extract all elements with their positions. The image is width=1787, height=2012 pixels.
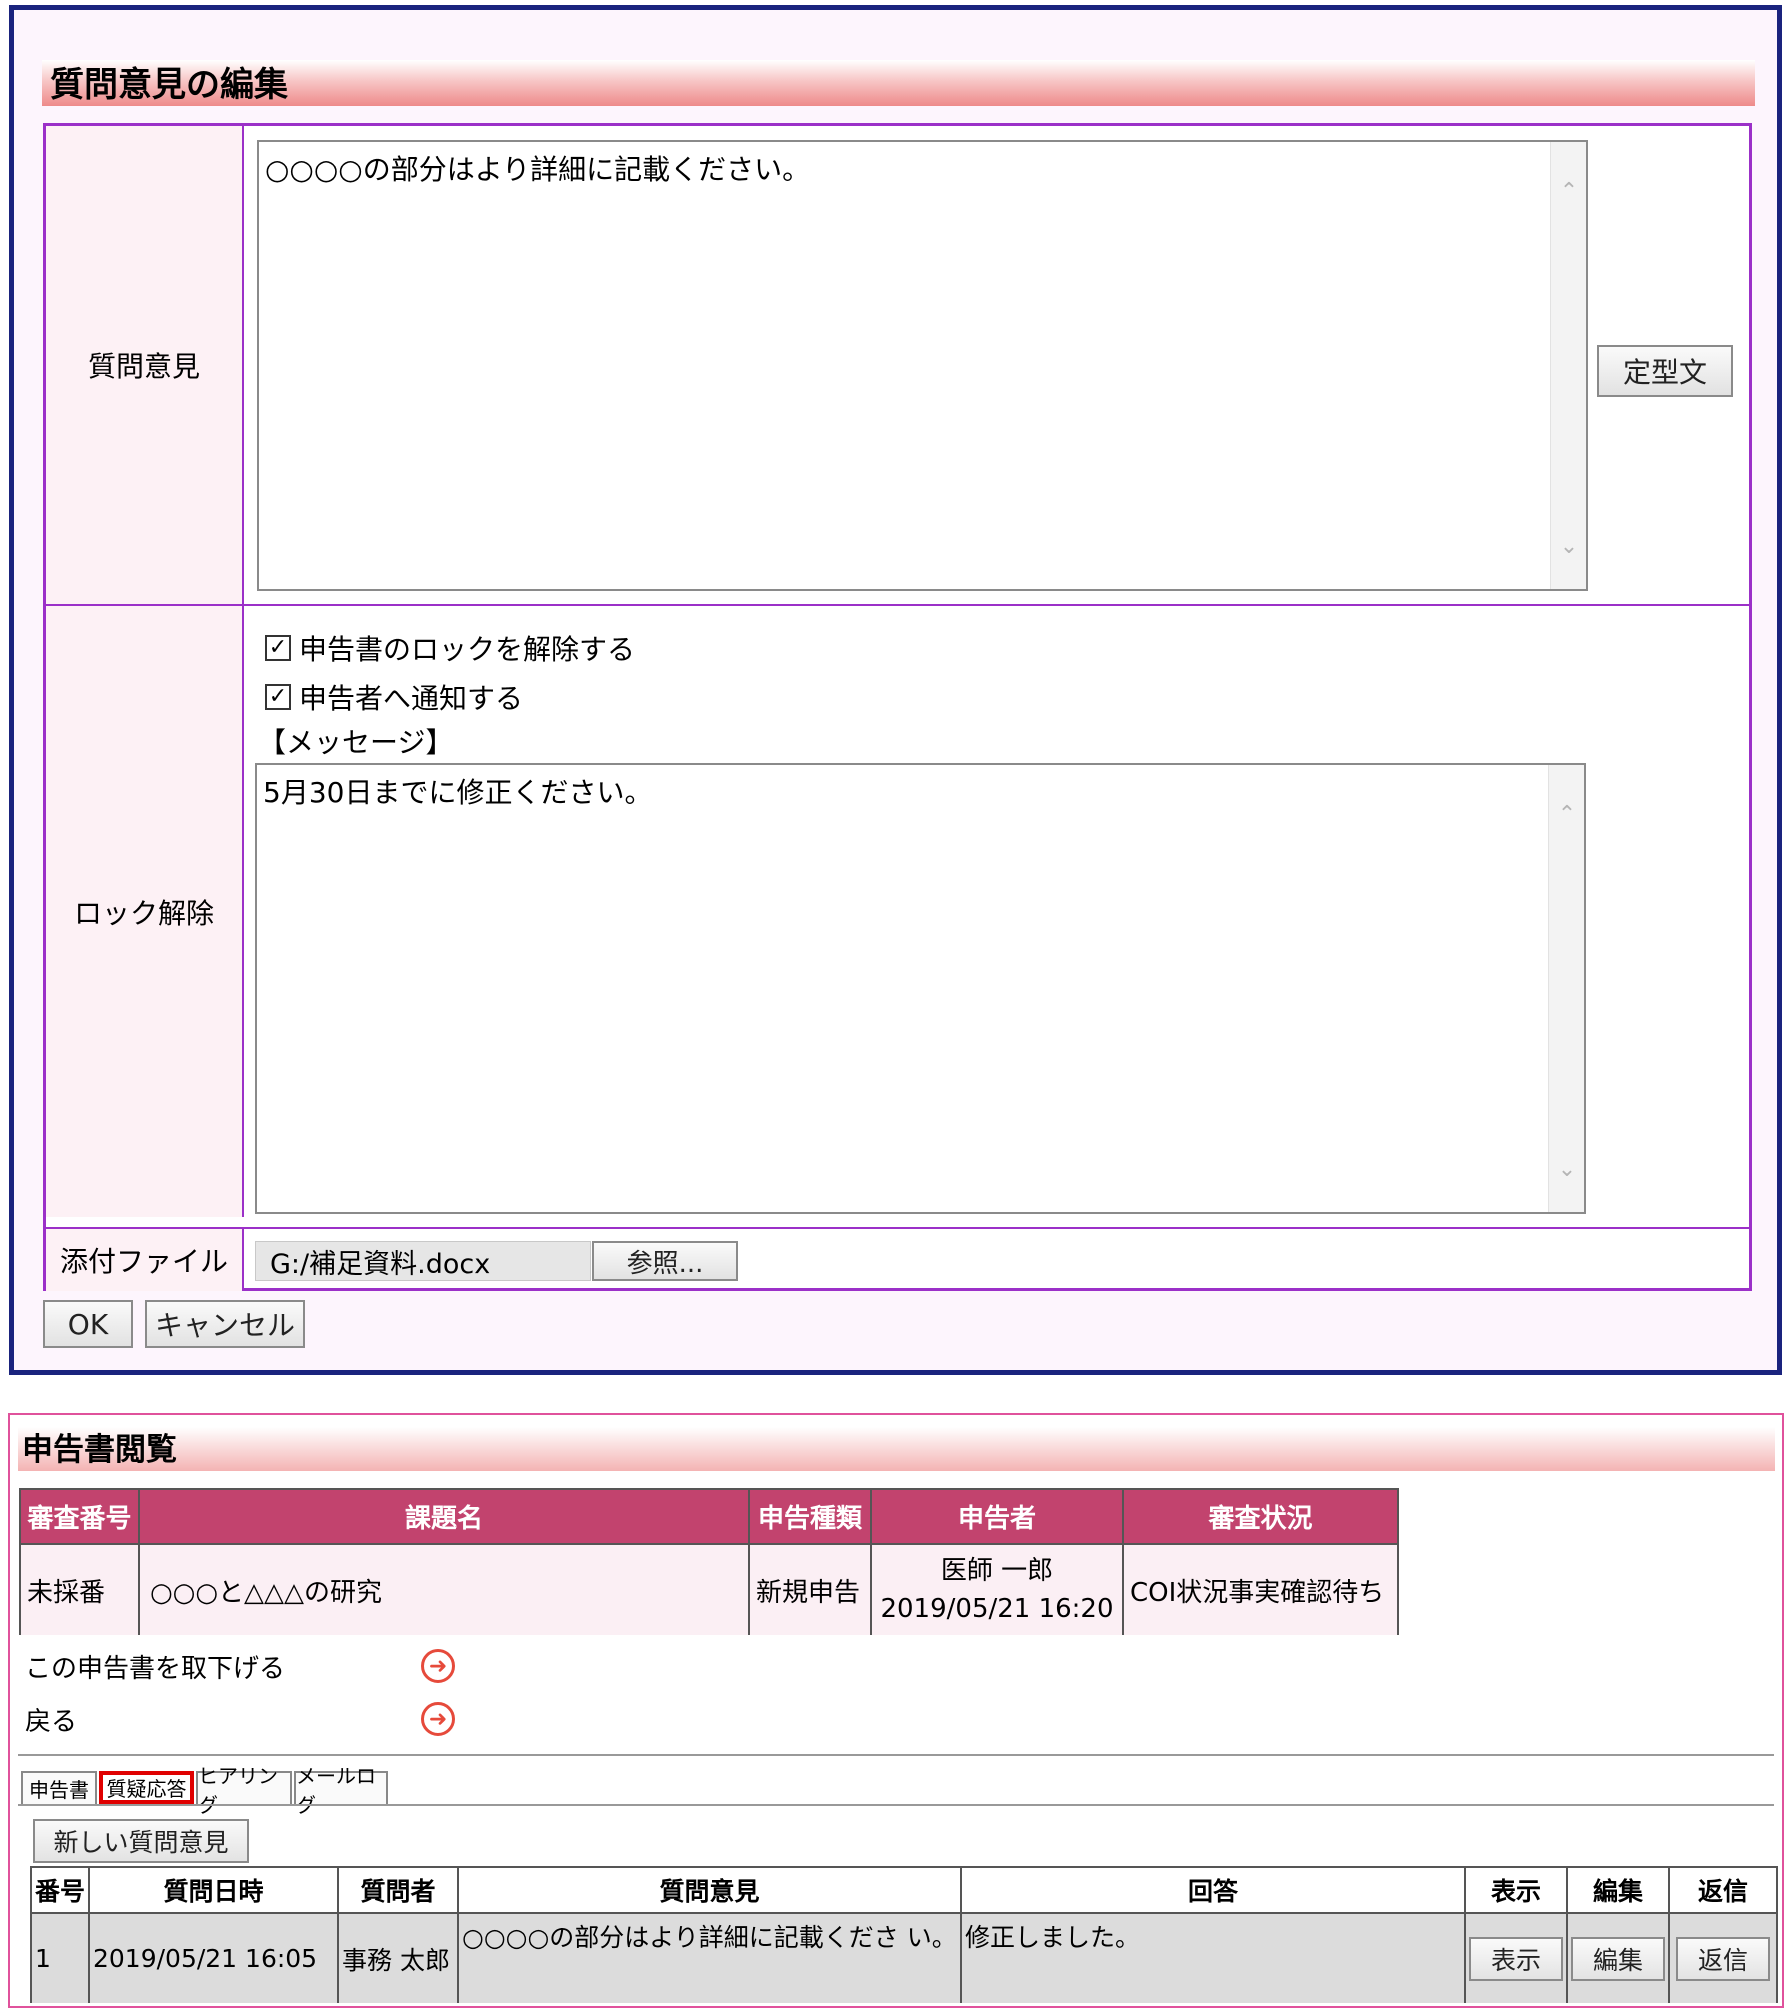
declaration-view-panel: 申告書閲覧 審査番号 課題名 申告種類 申告者 審査状況 未採番 ○○○と△△△… <box>8 1413 1784 2008</box>
browse-button[interactable]: 参照... <box>592 1241 738 1281</box>
tab-qa[interactable]: 質疑応答 <box>99 1771 194 1804</box>
back-link[interactable]: 戻る <box>25 1701 77 1738</box>
list-view-cell: 表示 <box>1466 1914 1568 2003</box>
ok-button[interactable]: OK <box>43 1300 133 1348</box>
list-header: 質問者 <box>339 1868 459 1914</box>
row-divider <box>46 1227 1749 1229</box>
scroll-up-icon[interactable]: ⌃ <box>1549 797 1584 833</box>
question-textarea[interactable]: ○○○○の部分はより詳細に記載ください。 ⌃ ⌄ <box>257 140 1588 591</box>
reply-button[interactable]: 返信 <box>1676 1936 1770 1981</box>
question-scrollbar[interactable]: ⌃ ⌄ <box>1550 142 1586 589</box>
scroll-up-icon[interactable]: ⌃ <box>1551 174 1586 210</box>
scroll-down-icon[interactable]: ⌄ <box>1551 529 1586 565</box>
list-header: 表示 <box>1466 1868 1568 1914</box>
summary-header: 申告種類 <box>750 1490 872 1543</box>
tab-mail-log[interactable]: メールログ <box>294 1764 388 1817</box>
list-header: 回答 <box>962 1868 1466 1914</box>
attach-file-field[interactable]: G:/補足資料.docx <box>255 1241 591 1281</box>
list-header: 番号 <box>32 1868 90 1914</box>
cancel-button[interactable]: キャンセル <box>145 1300 305 1348</box>
review-number: 未採番 <box>21 1543 140 1635</box>
summary-header: 申告者 <box>872 1490 1124 1543</box>
list-header: 返信 <box>1670 1868 1776 1914</box>
list-question: ○○○○の部分はより詳細に記載くださ い。 <box>459 1914 962 2003</box>
question-label: 質問意見 <box>46 126 244 604</box>
applicant-cell: 医師 一郎 2019/05/21 16:20 <box>872 1543 1124 1635</box>
notify-checkbox-row[interactable]: ✓ 申告者へ通知する <box>265 677 523 717</box>
summary-header: 課題名 <box>140 1490 750 1543</box>
message-textarea[interactable]: 5月30日までに修正ください。 ⌃ ⌄ <box>255 763 1586 1214</box>
tab-declaration[interactable]: 申告書 <box>21 1771 97 1804</box>
divider <box>18 1754 1774 1756</box>
view-button[interactable]: 表示 <box>1469 1936 1563 1981</box>
arrow-right-icon[interactable]: ➜ <box>421 1649 455 1683</box>
subject-name: ○○○と△△△の研究 <box>140 1543 750 1635</box>
tab-baseline <box>18 1804 1774 1806</box>
summary-header: 審査状況 <box>1124 1490 1397 1543</box>
panel-title: 申告書閲覧 <box>18 1427 1775 1471</box>
question-edit-form: 質問意見 ○○○○の部分はより詳細に記載ください。 ⌃ ⌄ 定型文 ロック解除 … <box>43 123 1752 1291</box>
edit-button[interactable]: 編集 <box>1571 1936 1665 1981</box>
message-text: 5月30日までに修正ください。 <box>263 776 653 809</box>
list-datetime: 2019/05/21 16:05 <box>90 1914 339 2003</box>
question-text: ○○○○の部分はより詳細に記載ください。 <box>265 153 811 186</box>
withdraw-link[interactable]: この申告書を取下げる <box>25 1648 285 1685</box>
unlock-checkbox-row[interactable]: ✓ 申告書のロックを解除する <box>265 628 635 668</box>
applicant-date: 2019/05/21 16:20 <box>880 1594 1114 1624</box>
list-header: 編集 <box>1568 1868 1670 1914</box>
review-status: COI状況事実確認待ち <box>1124 1543 1397 1635</box>
list-number: 1 <box>32 1914 90 2003</box>
scroll-down-icon[interactable]: ⌄ <box>1549 1152 1584 1188</box>
notify-checkbox-label: 申告者へ通知する <box>299 682 524 715</box>
applicant-name: 医師 一郎 <box>940 1556 1054 1586</box>
tab-hearing[interactable]: ヒアリング <box>196 1764 292 1817</box>
question-edit-dialog: 質問意見の編集 質問意見 ○○○○の部分はより詳細に記載ください。 ⌃ ⌄ 定型… <box>9 5 1782 1375</box>
list-edit-cell: 編集 <box>1568 1914 1670 2003</box>
dialog-title: 質問意見の編集 <box>42 60 1755 106</box>
message-heading: 【メッセージ】 <box>258 726 454 759</box>
row-divider <box>46 604 1749 606</box>
message-scrollbar[interactable]: ⌃ ⌄ <box>1548 765 1584 1212</box>
list-header: 質問日時 <box>90 1868 339 1914</box>
declaration-type: 新規申告 <box>750 1543 872 1635</box>
unlock-checkbox-label: 申告書のロックを解除する <box>299 633 636 666</box>
summary-header: 審査番号 <box>21 1490 140 1543</box>
unlock-label: ロック解除 <box>46 606 244 1217</box>
question-list-table: 番号 質問日時 質問者 質問意見 回答 表示 編集 返信 1 2019/05/2… <box>30 1866 1778 2003</box>
arrow-right-icon[interactable]: ➜ <box>421 1702 455 1736</box>
template-button[interactable]: 定型文 <box>1597 345 1733 397</box>
unlock-checkbox[interactable]: ✓ <box>265 635 291 661</box>
list-questioner: 事務 太郎 <box>339 1914 459 2003</box>
list-header: 質問意見 <box>459 1868 962 1914</box>
notify-checkbox[interactable]: ✓ <box>265 684 291 710</box>
summary-table: 審査番号 課題名 申告種類 申告者 審査状況 未採番 ○○○と△△△の研究 新規… <box>19 1488 1399 1635</box>
list-reply-cell: 返信 <box>1670 1914 1776 2003</box>
attach-label: 添付ファイル <box>46 1229 244 1291</box>
list-answer: 修正しました。 <box>962 1914 1466 2003</box>
new-question-button[interactable]: 新しい質問意見 <box>33 1819 249 1863</box>
